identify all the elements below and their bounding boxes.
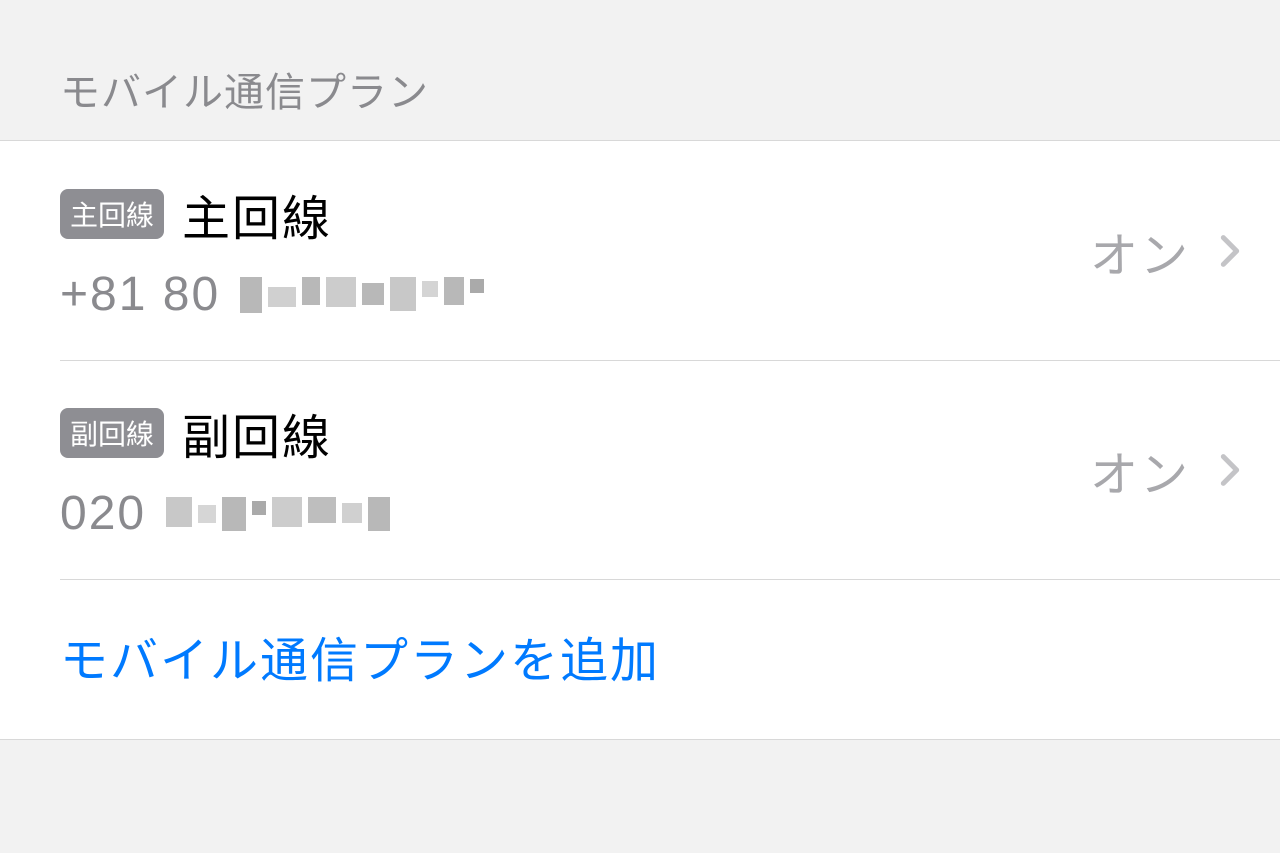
cellular-plans-list: 主回線 主回線 +81 80 オン <box>0 140 1280 740</box>
add-cellular-plan-link[interactable]: モバイル通信プランを追加 <box>60 635 660 688</box>
row-content: 副回線 副回線 020 <box>60 398 1090 541</box>
section-header: モバイル通信プラン <box>0 0 1280 140</box>
line-top: 副回線 副回線 <box>60 398 1090 468</box>
row-right: オン <box>1090 435 1240 505</box>
line-name: 副回線 <box>182 398 332 468</box>
cellular-plan-row-primary[interactable]: 主回線 主回線 +81 80 オン <box>0 141 1280 360</box>
phone-redacted <box>166 497 390 531</box>
phone-prefix: 020 <box>60 486 146 541</box>
add-cellular-plan-row[interactable]: モバイル通信プランを追加 <box>0 579 1280 739</box>
cellular-plan-row-secondary[interactable]: 副回線 副回線 020 オン <box>0 360 1280 579</box>
row-content: 主回線 主回線 +81 80 <box>60 179 1090 322</box>
chevron-right-icon <box>1220 452 1240 488</box>
line-name: 主回線 <box>182 179 332 249</box>
phone-number: +81 80 <box>60 267 1090 322</box>
status-text: オン <box>1090 435 1190 505</box>
status-text: オン <box>1090 216 1190 286</box>
row-right: オン <box>1090 216 1240 286</box>
phone-redacted <box>240 277 484 313</box>
phone-prefix: +81 80 <box>60 267 220 322</box>
chevron-right-icon <box>1220 233 1240 269</box>
phone-number: 020 <box>60 486 1090 541</box>
line-badge-secondary: 副回線 <box>60 408 164 458</box>
line-top: 主回線 主回線 <box>60 179 1090 249</box>
line-badge-primary: 主回線 <box>60 189 164 239</box>
